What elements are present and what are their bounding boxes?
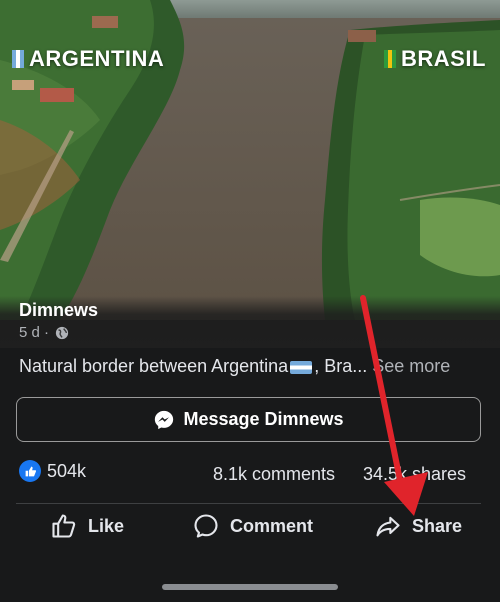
post-caption: Natural border between Argentina, Bra...… bbox=[19, 356, 451, 376]
like-button[interactable]: Like bbox=[50, 512, 124, 540]
share-button[interactable]: Share bbox=[374, 512, 462, 540]
post-timestamp: 5 d · bbox=[19, 324, 69, 341]
argentina-label: ARGENTINA bbox=[12, 46, 164, 72]
shares-count[interactable]: 34.5k shares bbox=[363, 464, 466, 485]
messenger-icon bbox=[155, 410, 174, 429]
globe-icon bbox=[55, 326, 69, 339]
comments-count[interactable]: 8.1k comments bbox=[213, 464, 335, 485]
argentina-flag-icon bbox=[12, 50, 24, 68]
engagement-stats: 504k 8.1k comments 34.5k shares bbox=[0, 460, 500, 490]
post-actions-bar: Like Comment Share bbox=[0, 508, 500, 552]
actions-divider bbox=[16, 503, 481, 504]
thumbs-up-icon bbox=[52, 514, 76, 538]
like-reaction-icon bbox=[19, 460, 41, 482]
share-arrow-icon bbox=[376, 516, 400, 537]
brasil-label: BRASIL bbox=[384, 46, 486, 72]
comment-bubble-icon bbox=[194, 514, 218, 538]
message-button-label: Message Dimnews bbox=[183, 409, 344, 429]
page-name[interactable]: Dimnews bbox=[19, 300, 98, 321]
reactions-count[interactable]: 504k bbox=[19, 460, 86, 482]
argentina-flag-emoji-icon bbox=[290, 360, 313, 374]
see-more-link[interactable]: See more bbox=[372, 356, 450, 376]
comment-button[interactable]: Comment bbox=[192, 512, 313, 540]
message-page-button[interactable]: Message Dimnews bbox=[16, 397, 481, 442]
post-image[interactable]: ARGENTINA BRASIL bbox=[0, 0, 500, 320]
home-indicator[interactable] bbox=[162, 584, 338, 590]
brasil-flag-icon bbox=[384, 50, 396, 68]
